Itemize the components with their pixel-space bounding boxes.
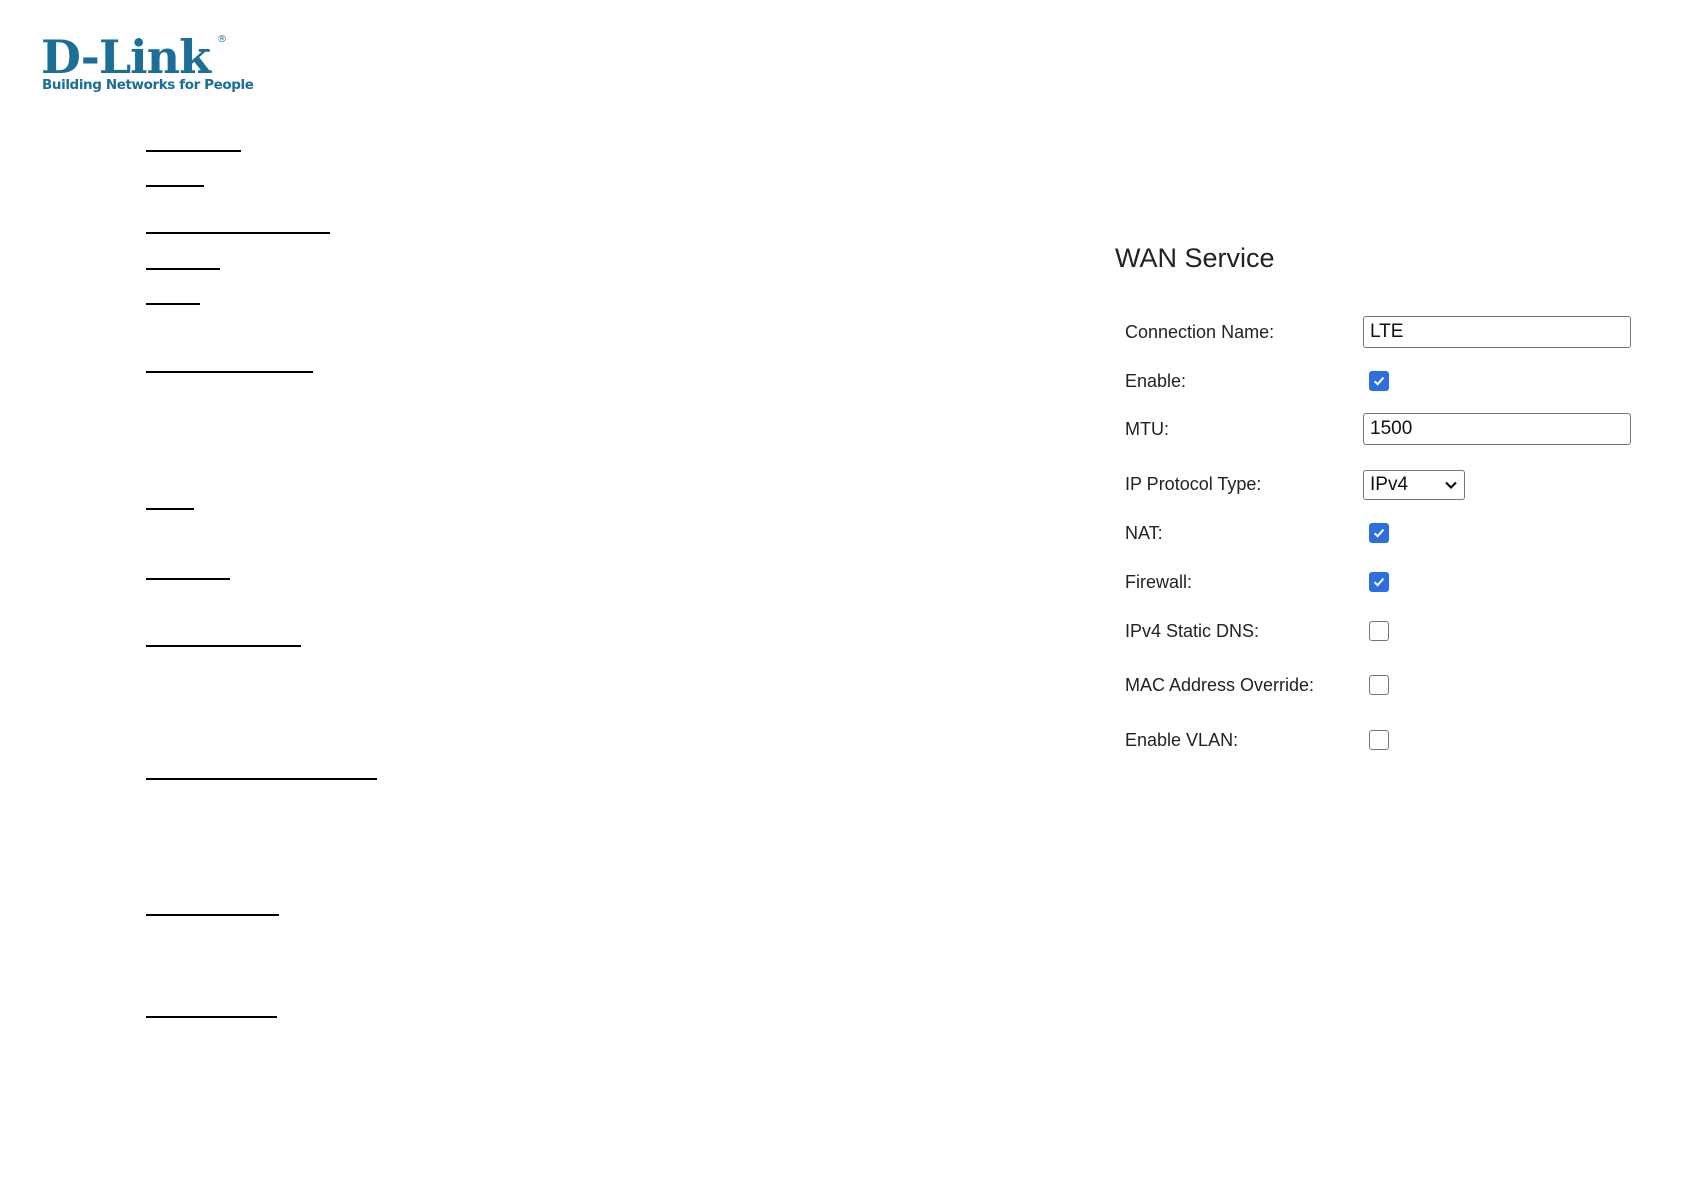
nav-link[interactable] [146,268,220,270]
nav-link[interactable] [146,1016,277,1018]
connection-name-input[interactable] [1363,316,1631,348]
nav-link[interactable] [146,150,241,152]
checkmark-icon [1373,577,1385,587]
nav-link[interactable] [146,645,301,647]
nav-link[interactable] [146,185,204,187]
ip-protocol-type-select[interactable]: IPv4 [1363,470,1465,500]
ip-protocol-type-label: IP Protocol Type: [1125,474,1262,494]
firewall-label: Firewall: [1125,572,1193,592]
firewall-checkbox[interactable] [1369,572,1389,592]
nat-label: NAT: [1125,523,1163,543]
ipv4-static-dns-checkbox[interactable] [1369,621,1389,641]
ipv4-static-dns-label: IPv4 Static DNS: [1125,621,1260,641]
mtu-label: MTU: [1125,419,1169,439]
mac-address-override-label: MAC Address Override: [1125,675,1315,695]
mac-address-override-checkbox[interactable] [1369,675,1389,695]
nav-link[interactable] [146,508,194,510]
nav-link[interactable] [146,578,230,580]
chevron-down-icon [1445,481,1457,490]
nav-link[interactable] [146,371,313,373]
checkmark-icon [1373,376,1385,386]
enable-checkbox[interactable] [1369,371,1389,391]
logo-tagline: Building Networks for People [42,77,254,93]
section-title: WAN Service [1115,243,1275,273]
nav-link[interactable] [146,914,279,916]
dlink-logo: D-Link ® Building Networks for People [41,30,254,96]
nat-checkbox[interactable] [1369,523,1389,543]
nav-link[interactable] [146,778,377,780]
mtu-input[interactable] [1363,413,1631,445]
nav-link[interactable] [146,303,200,305]
nav-link[interactable] [146,232,330,234]
enable-vlan-label: Enable VLAN: [1125,730,1239,750]
connection-name-label: Connection Name: [1125,322,1275,342]
logo-registered-mark: ® [217,34,227,45]
checkmark-icon [1373,528,1385,538]
logo-brand-text: D-Link [41,30,211,84]
ip-protocol-type-value: IPv4 [1370,474,1409,495]
enable-label: Enable: [1125,371,1187,391]
enable-vlan-checkbox[interactable] [1369,730,1389,750]
